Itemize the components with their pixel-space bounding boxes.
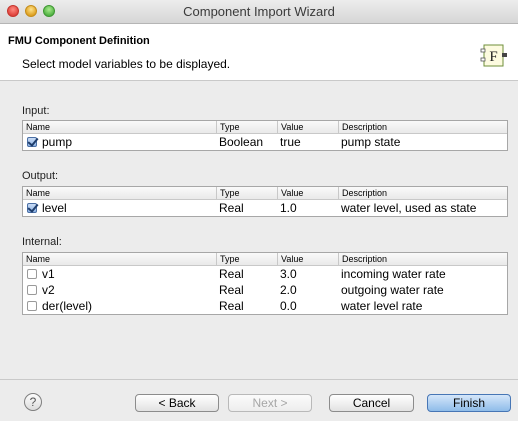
column-header-type[interactable]: Type [216, 253, 277, 265]
variable-description-cell: outgoing water rate [341, 283, 444, 297]
variable-value-cell: true [280, 135, 301, 149]
variable-type-cell: Real [219, 299, 244, 313]
column-header-type[interactable]: Type [216, 121, 277, 133]
output-section-label: Output: [22, 170, 59, 182]
variable-name-cell: v1 [23, 266, 220, 282]
table-row[interactable]: pump Boolean true pump state [23, 134, 507, 150]
wizard-window: Component Import Wizard FMU Component De… [0, 0, 518, 421]
table-header: Name Type Value Description [23, 187, 507, 200]
input-section-label: Input: [22, 105, 50, 117]
variable-name-cell: der(level) [23, 298, 220, 314]
fmu-component-icon: F [480, 44, 507, 67]
page-title: FMU Component Definition [8, 35, 150, 47]
table-header: Name Type Value Description [23, 253, 507, 266]
variable-type-cell: Real [219, 283, 244, 297]
variable-name-cell: pump [23, 134, 220, 150]
column-header-description[interactable]: Description [338, 121, 508, 133]
column-header-name[interactable]: Name [23, 253, 216, 265]
finish-button[interactable]: Finish [427, 394, 511, 412]
table-row[interactable]: der(level) Real 0.0 water level rate [23, 298, 507, 314]
internal-section-label: Internal: [22, 236, 62, 248]
variable-value-cell: 2.0 [280, 283, 297, 297]
table-row[interactable]: level Real 1.0 water level, used as stat… [23, 200, 507, 216]
output-variables-table: Name Type Value Description level Real 1… [22, 186, 508, 217]
next-button[interactable]: Next > [228, 394, 312, 412]
window-title: Component Import Wizard [183, 4, 335, 19]
column-header-name[interactable]: Name [23, 187, 216, 199]
variable-description-cell: incoming water rate [341, 267, 446, 281]
column-header-name[interactable]: Name [23, 121, 216, 133]
variable-description-cell: water level, used as state [341, 201, 477, 215]
help-icon[interactable]: ? [24, 393, 42, 411]
variable-checkbox[interactable] [27, 203, 37, 213]
page-subtitle: Select model variables to be displayed. [22, 57, 231, 71]
variable-description-cell: water level rate [341, 299, 423, 313]
footer-divider [0, 379, 518, 380]
column-header-value[interactable]: Value [277, 121, 338, 133]
variable-value-cell: 3.0 [280, 267, 297, 281]
variable-type-cell: Real [219, 267, 244, 281]
variable-value-cell: 1.0 [280, 201, 297, 215]
wizard-header: FMU Component Definition Select model va… [0, 24, 518, 81]
title-bar: Component Import Wizard [0, 0, 518, 24]
variable-description-cell: pump state [341, 135, 401, 149]
cancel-button[interactable]: Cancel [329, 394, 414, 412]
variable-checkbox[interactable] [27, 285, 37, 295]
variable-type-cell: Real [219, 201, 244, 215]
variable-checkbox[interactable] [27, 137, 37, 147]
column-header-description[interactable]: Description [338, 253, 508, 265]
variable-checkbox[interactable] [27, 301, 37, 311]
column-header-value[interactable]: Value [277, 253, 338, 265]
back-button[interactable]: < Back [135, 394, 219, 412]
variable-name-cell: level [23, 200, 220, 216]
variable-type-cell: Boolean [219, 135, 264, 149]
input-variables-table: Name Type Value Description pump Boolean… [22, 120, 508, 151]
variable-name-cell: v2 [23, 282, 220, 298]
internal-variables-table: Name Type Value Description v1 Real 3.0 … [22, 252, 508, 315]
svg-text:F: F [489, 49, 497, 65]
table-row[interactable]: v2 Real 2.0 outgoing water rate [23, 282, 507, 298]
variable-checkbox[interactable] [27, 269, 37, 279]
column-header-value[interactable]: Value [277, 187, 338, 199]
column-header-description[interactable]: Description [338, 187, 508, 199]
variable-value-cell: 0.0 [280, 299, 297, 313]
column-header-type[interactable]: Type [216, 187, 277, 199]
table-row[interactable]: v1 Real 3.0 incoming water rate [23, 266, 507, 282]
table-header: Name Type Value Description [23, 121, 507, 134]
